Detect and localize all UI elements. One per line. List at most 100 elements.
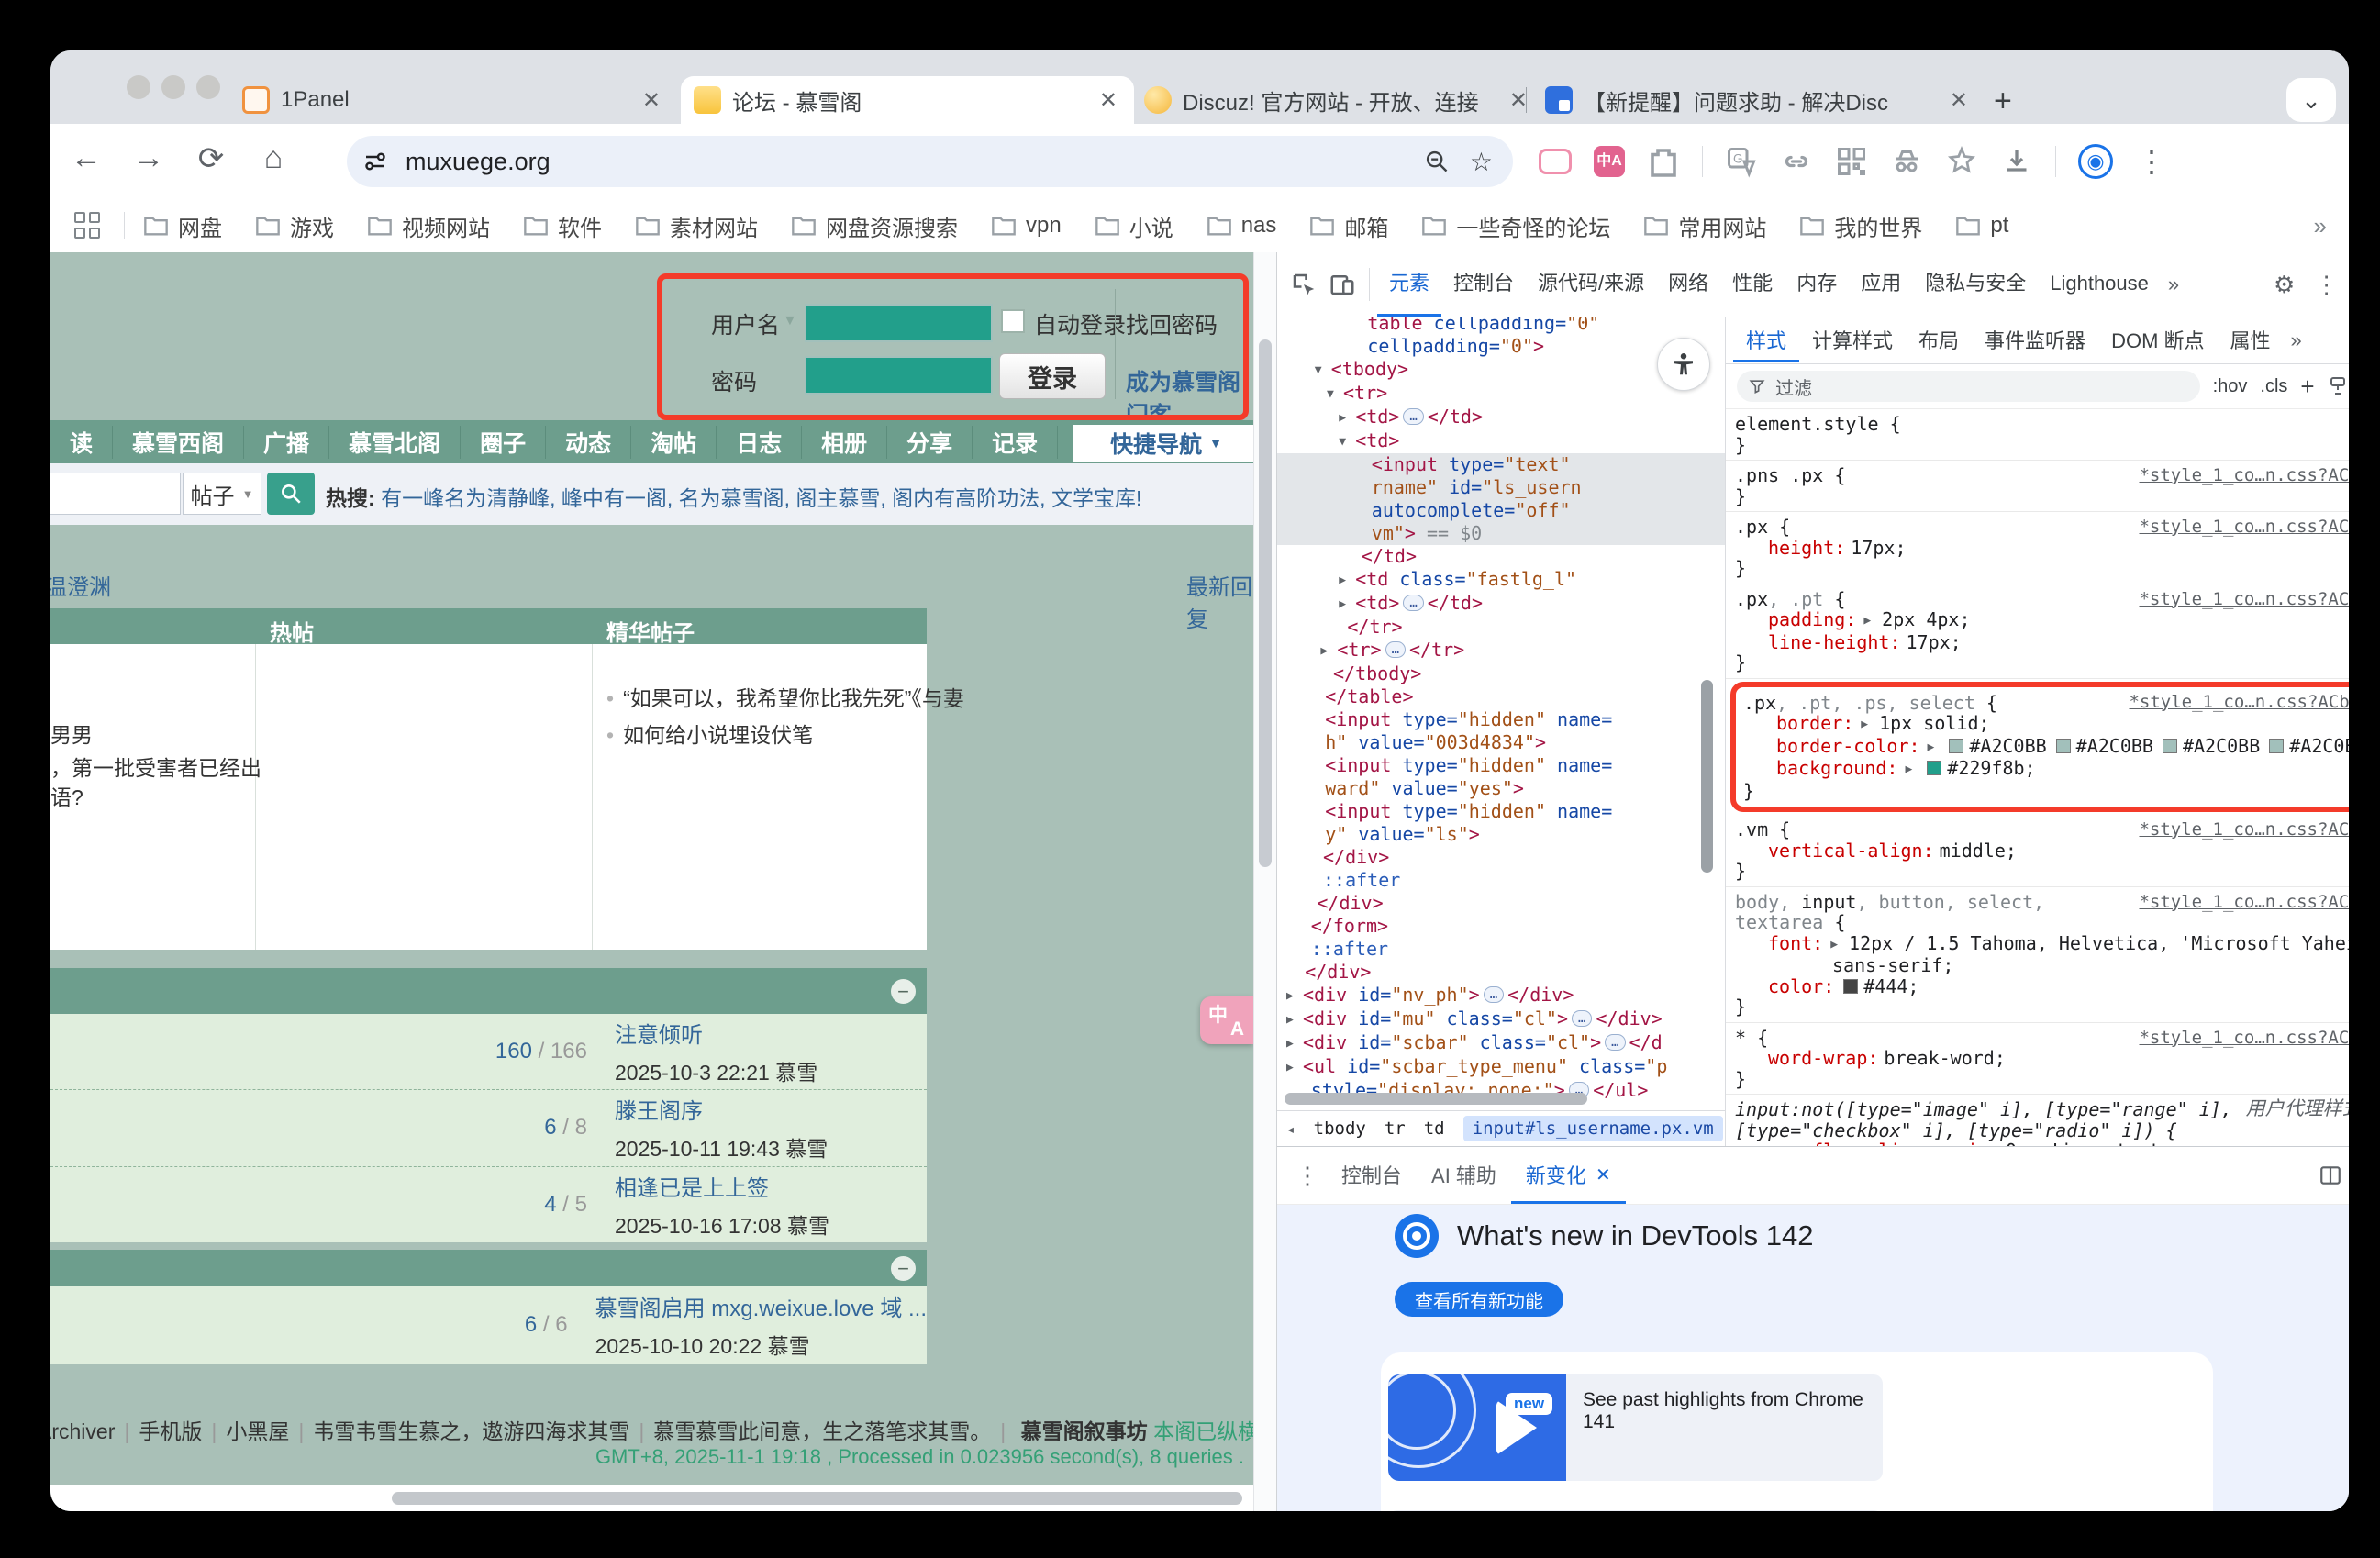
nav-item[interactable]: 动态 <box>546 426 631 459</box>
forward-icon[interactable]: → <box>128 140 170 176</box>
tab-search-chevron[interactable]: ⌄ <box>2286 78 2336 122</box>
bookmark-star-icon[interactable]: ☆ <box>1470 147 1493 177</box>
paint-panel-icon[interactable] <box>2328 375 2349 397</box>
bookmark-folder[interactable]: 游戏 <box>255 210 334 242</box>
search-input[interactable] <box>50 473 181 515</box>
dom-tree-node[interactable]: ward" value="yes"> <box>1277 777 1725 800</box>
dom-tree-node[interactable]: ▶<td class="fastlg_l" <box>1277 568 1725 592</box>
highlight-row[interactable]: See past highlights from Chrome 141 <box>1566 1374 1883 1481</box>
expand-arrow-icon[interactable]: ▶ <box>1339 406 1355 429</box>
nav-item[interactable]: 广播 <box>244 426 329 459</box>
dom-tree-node[interactable]: <input type="hidden" name= <box>1277 754 1725 777</box>
css-declaration[interactable]: border:1px solid; <box>1743 713 2349 736</box>
css-declaration[interactable]: overflow-clip-margin:0px !important; <box>1735 1141 2349 1146</box>
bookmark-folder[interactable]: 网盘资源搜索 <box>791 210 958 242</box>
stylesheet-link[interactable]: *style_1_co…n.css?ACb:1 <box>2139 589 2349 610</box>
address-bar[interactable]: muxuege.org ☆ <box>347 136 1513 187</box>
dom-tree-node[interactable]: h" value="003d4834"> <box>1277 731 1725 754</box>
drawer-tab[interactable]: 控制台 ✕ <box>1327 1147 1417 1204</box>
moderator-link[interactable]: 温澄渊 <box>50 569 111 601</box>
horizontal-scrollbar[interactable] <box>392 1492 1242 1505</box>
page-scrollbar-track[interactable] <box>1253 252 1277 1511</box>
stylesheet-link[interactable]: *style_1_co…n.css?ACb:1 <box>2139 1028 2349 1049</box>
breadcrumb-left-arrow[interactable]: ◂ <box>1286 1120 1296 1138</box>
dom-tree-node[interactable]: <input type="text" <box>1277 453 1725 476</box>
apps-grid-icon[interactable] <box>74 212 102 239</box>
styles-tab[interactable]: 计算样式 <box>1799 319 1906 362</box>
bookmark-folder[interactable]: 网盘 <box>143 210 222 242</box>
css-declaration[interactable]: vertical-align:middle; <box>1735 840 2349 862</box>
color-swatch[interactable] <box>2269 739 2284 753</box>
expand-drawer-icon[interactable] <box>2319 1163 2342 1187</box>
starburst-extension-icon[interactable] <box>1945 145 1978 178</box>
css-rule[interactable]: *style_1_co…n.css?ACb:1 .px, .pt, .ps, s… <box>1730 682 2349 813</box>
tab-discuz-site[interactable]: Discuz! 官方网站 - 开放、连接 ✕ <box>1131 76 1544 124</box>
bookmark-folder[interactable]: 小说 <box>1095 210 1173 242</box>
drawer-tab-close-icon[interactable]: ✕ <box>1596 1149 1611 1203</box>
devtools-tab[interactable]: 性能 <box>1720 252 1785 317</box>
color-swatch[interactable] <box>1949 739 1963 753</box>
search-type-select[interactable]: 帖子 ▼ <box>183 473 261 515</box>
dom-tree-node[interactable]: table cellpadding="0" <box>1277 317 1725 335</box>
color-swatch[interactable] <box>1843 979 1858 994</box>
footer-link[interactable]: Archiver| <box>50 1419 139 1443</box>
latest-reply-link[interactable]: 最新回复 <box>1186 569 1253 633</box>
footer-link[interactable]: 小黑屋| <box>226 1419 313 1443</box>
breadcrumb-selected[interactable]: input#ls_username.px.vm <box>1463 1116 1723 1141</box>
styles-tab[interactable]: 属性 <box>2218 319 2284 362</box>
back-icon[interactable]: ← <box>65 140 107 176</box>
css-declaration[interactable]: height:17px; <box>1735 538 2349 559</box>
bookmark-folder[interactable]: pt <box>1955 213 2008 239</box>
expand-arrow-icon[interactable]: ▼ <box>1315 359 1331 382</box>
see-all-features-button[interactable]: 查看所有新功能 <box>1395 1282 1563 1317</box>
bookmark-folder[interactable]: vpn <box>991 213 1062 239</box>
nav-item[interactable]: 慕雪北阁 <box>329 426 461 459</box>
styles-tabs-overflow[interactable]: » <box>2284 328 2309 352</box>
stylesheet-link[interactable]: *style_1_co…n.css?ACb:1 <box>2139 819 2349 840</box>
dom-tree-node[interactable]: </tbody> <box>1277 662 1725 685</box>
color-swatch[interactable] <box>1927 761 1941 775</box>
drawer-tab[interactable]: 新变化 ✕ <box>1511 1147 1626 1204</box>
url-text[interactable]: muxuege.org <box>406 148 1424 176</box>
expand-arrow-icon[interactable]: ▶ <box>1320 640 1337 662</box>
styles-tab[interactable]: 事件监听器 <box>1972 319 2098 362</box>
profile-avatar[interactable]: ◉ <box>2078 144 2113 179</box>
thread-title-link[interactable]: 注意倾听 <box>615 1017 817 1049</box>
bookmark-folder[interactable]: nas <box>1207 213 1277 239</box>
devtools-menu-icon[interactable]: ⋮ <box>2308 265 2346 304</box>
css-rule[interactable]: 用户代理样式表 input:not([type="image" i], [typ… <box>1726 1095 2349 1146</box>
dom-tree-node[interactable]: </table> <box>1277 685 1725 708</box>
expand-arrow-icon[interactable] <box>1928 738 1935 759</box>
thread-title-link[interactable]: 滕王阁序 <box>615 1093 828 1125</box>
stylesheet-link[interactable]: *style_1_co…n.css?ACb:1 <box>2139 517 2349 538</box>
thread-row[interactable]: 6 / 8 滕王阁序 2025-10-11 19:43 慕雪 <box>50 1090 927 1166</box>
nav-item[interactable]: 分享 <box>887 426 973 459</box>
dom-tree-node[interactable]: ▶<tr>…</tr> <box>1277 639 1725 662</box>
devtools-tab[interactable]: 隐私与安全 <box>1913 252 2038 317</box>
translate-fab[interactable]: 中 A <box>1200 996 1253 1044</box>
forum-cell-text[interactable]: 男男 <box>50 718 93 749</box>
styles-tab[interactable]: 布局 <box>1906 319 1972 362</box>
color-swatch[interactable] <box>2163 739 2177 753</box>
devtools-tab[interactable]: 控制台 <box>1441 252 1526 317</box>
dom-tree-node[interactable]: ▶<ul id="scbar_type_menu" class="p <box>1277 1055 1725 1079</box>
elements-vertical-scrollbar[interactable] <box>1701 680 1713 873</box>
css-declaration[interactable]: line-height:17px; <box>1735 632 2349 653</box>
gear-icon[interactable]: ⚙ <box>2265 265 2304 304</box>
digest-post-link[interactable]: “如果可以，我希望你比我先死”《与妻 <box>606 681 964 712</box>
hot-search-keywords[interactable]: 有一峰名为清静峰, 峰中有一阁, 名为慕雪阁, 阁主慕雪, 阁内有高阶功法, 文… <box>381 486 1141 510</box>
dom-tree-node[interactable]: </td> <box>1277 545 1725 568</box>
expand-arrow-icon[interactable]: ▶ <box>1286 1056 1303 1079</box>
elements-horizontal-scrollbar[interactable] <box>1285 1093 1587 1105</box>
dom-tree-node[interactable]: ▶<td>…</td> <box>1277 592 1725 616</box>
stylesheet-link[interactable]: *style_1_co…n.css?ACb:1 <box>2129 692 2349 713</box>
dom-tree-node[interactable]: </form> <box>1277 915 1725 938</box>
page-scrollbar-thumb[interactable] <box>1259 339 1272 867</box>
devtools-tabs-overflow[interactable]: » <box>2161 273 2186 296</box>
css-rule[interactable]: *style_1_co…n.css?ACb:1 .vm { vertical-a… <box>1726 815 2349 887</box>
nav-item[interactable]: 淘帖 <box>631 426 717 459</box>
expand-arrow-icon[interactable]: ▶ <box>1286 1032 1303 1055</box>
tune-icon[interactable] <box>361 148 389 175</box>
devtools-tab[interactable]: Lighthouse <box>2038 252 2161 317</box>
thread-row[interactable]: 160 / 166 注意倾听 2025-10-3 22:21 慕雪 <box>50 1014 927 1090</box>
